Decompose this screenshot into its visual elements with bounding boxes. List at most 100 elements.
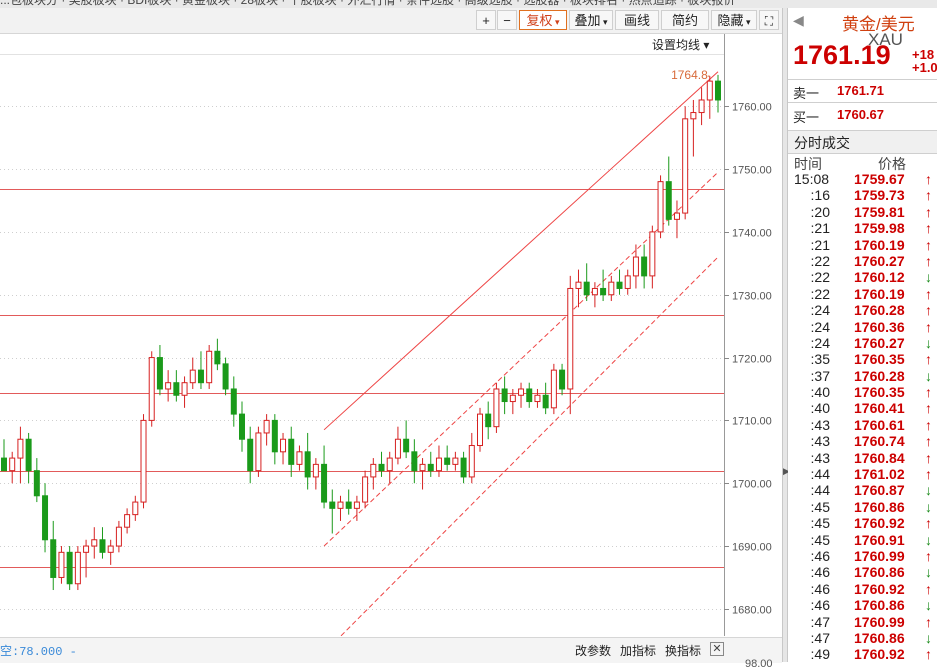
expand-icon[interactable]: ⛶ [759,10,779,30]
sell1-value: 1761.71 [837,83,884,98]
tick-price: 1760.99 [854,547,905,564]
tick-price: 1760.86 [854,498,905,515]
tick-time: :21 [810,220,830,237]
tick-price: 1760.35 [854,351,905,368]
tick-time: :22 [810,252,830,269]
tick-price: 1759.98 [854,220,905,237]
tick-time: :35 [810,351,830,368]
zoom-in-button[interactable]: + [476,10,496,30]
tick-time: :24 [810,318,830,335]
arrow-down-icon: ↓ [925,334,932,351]
tick-price: 1760.87 [854,482,905,499]
tick-price: 1760.19 [854,236,905,253]
candle-body [197,369,204,384]
tick-row: :47 1760.99 ↑ [788,614,937,630]
candle-body [386,457,393,472]
fuquan-dropdown[interactable]: 复权 ▾ [519,10,567,30]
top-menu-text[interactable]: ...包板块分 · 美股板块 · BDI板块 · 黄金板块 · 28板块 · 个… [0,0,735,8]
back-arrow-icon[interactable]: ◀ [793,12,804,29]
arrow-up-icon: ↑ [925,252,932,269]
arrow-up-icon: ↑ [925,613,932,630]
tick-time: :46 [810,580,830,597]
candle-body [206,350,213,384]
candle-body [148,357,155,421]
arrow-up-icon: ↑ [925,236,932,253]
candle-body [362,476,369,503]
draw-line-button[interactable]: 画线 [615,10,659,30]
tick-time: :24 [810,302,830,319]
candle-body [280,438,287,453]
tick-time: :44 [810,466,830,483]
candle-body [501,388,508,403]
y-tick-label: 1760.00 [732,102,772,114]
arrow-up-icon: ↑ [925,318,932,335]
high-price-label: 1764.8 [671,68,708,82]
tick-row: :22 1760.27 ↑ [788,253,937,269]
chart-toolbar: + − 复权 ▾ 叠加 ▾ 画线 简约 隐藏 ▾ ⛶ [0,8,782,34]
hide-label: 隐藏 [717,13,744,28]
tick-time: :47 [810,613,830,630]
candle-body [444,457,451,465]
close-icon[interactable]: ✕ [710,642,724,656]
buy1-label: 买一 [793,110,820,125]
switch-indicator-button[interactable]: 换指标 [665,642,701,659]
tick-row: :45 1760.92 ↑ [788,515,937,531]
candle-body [173,382,180,396]
candle-body [542,394,549,409]
candle-body [435,457,442,472]
change-params-button[interactable]: 改参数 [575,642,611,659]
sell1-row: 卖一 1761.71 [793,83,884,102]
tick-time: :46 [810,597,830,614]
tick-price: 1760.86 [854,629,905,646]
candle-body [9,457,16,472]
tick-price: 1760.27 [854,252,905,269]
candle-body [337,501,344,509]
tick-row: :46 1760.99 ↑ [788,548,937,564]
candlestick-chart[interactable]: 1680.00 1690.00 1700.00 1710.00 1720.00 1730.… [0,34,782,636]
divider [788,102,937,103]
tick-row: :35 1760.35 ↑ [788,351,937,367]
tick-row: :43 1760.84 ↑ [788,450,937,466]
candle-body [181,382,188,396]
arrow-up-icon: ↑ [925,466,932,483]
tick-price: 1760.28 [854,302,905,319]
candle-body [17,438,24,459]
tick-row: :46 1760.86 ↓ [788,564,937,580]
y-tick-label: 1730.00 [732,291,772,303]
candle-body [477,413,483,447]
tick-time: :49 [810,646,830,662]
chevron-down-icon: ▾ [552,17,560,27]
tick-row: :16 1759.73 ↑ [788,187,937,203]
arrow-down-icon: ↓ [925,531,932,548]
tick-price: 1760.74 [854,433,905,450]
tick-row: :49 1760.92 ↑ [788,646,937,662]
y-tick-label: 1750.00 [732,165,772,177]
candle-body [460,457,467,478]
simple-mode-button[interactable]: 简约 [661,10,709,30]
candle-body [591,287,598,296]
diejia-label: 叠加 [574,13,601,28]
ma-setting-button[interactable]: 设置均线 ▾ [652,36,709,53]
add-indicator-button[interactable]: 加指标 [620,642,656,659]
kline-chart-area[interactable]: 1680.00 1690.00 1700.00 1710.00 1720.00 1730.… [0,34,782,636]
candle-body [312,463,319,478]
candle-body [632,256,639,277]
candle-body [115,526,122,547]
candle-body [271,419,278,453]
candle-body [288,438,295,465]
tick-row: :22 1760.19 ↑ [788,286,937,302]
arrow-up-icon: ↑ [925,351,932,368]
zoom-out-button[interactable]: − [497,10,517,30]
ticks-list[interactable]: 15:08 1759.67 ↑:16 1759.73 ↑:20 1759.81 ↑:21 17… [788,171,937,662]
quote-header: ◀ 黄金/美元 XAU [788,8,937,49]
axis-readout: 空:78.000 - [0,645,77,659]
tick-time: :21 [810,236,830,253]
indicator-bar: 空:78.000 - 改参数 加指标 换指标 ✕ 98.00 [0,637,782,670]
candle-body [107,545,114,553]
tick-row: :44 1761.02 ↑ [788,466,937,482]
candle-body [230,388,237,415]
candle-body [600,287,607,296]
candle-body [345,501,352,509]
diejia-dropdown[interactable]: 叠加 ▾ [569,10,613,30]
hide-dropdown[interactable]: 隐藏 ▾ [711,10,757,30]
